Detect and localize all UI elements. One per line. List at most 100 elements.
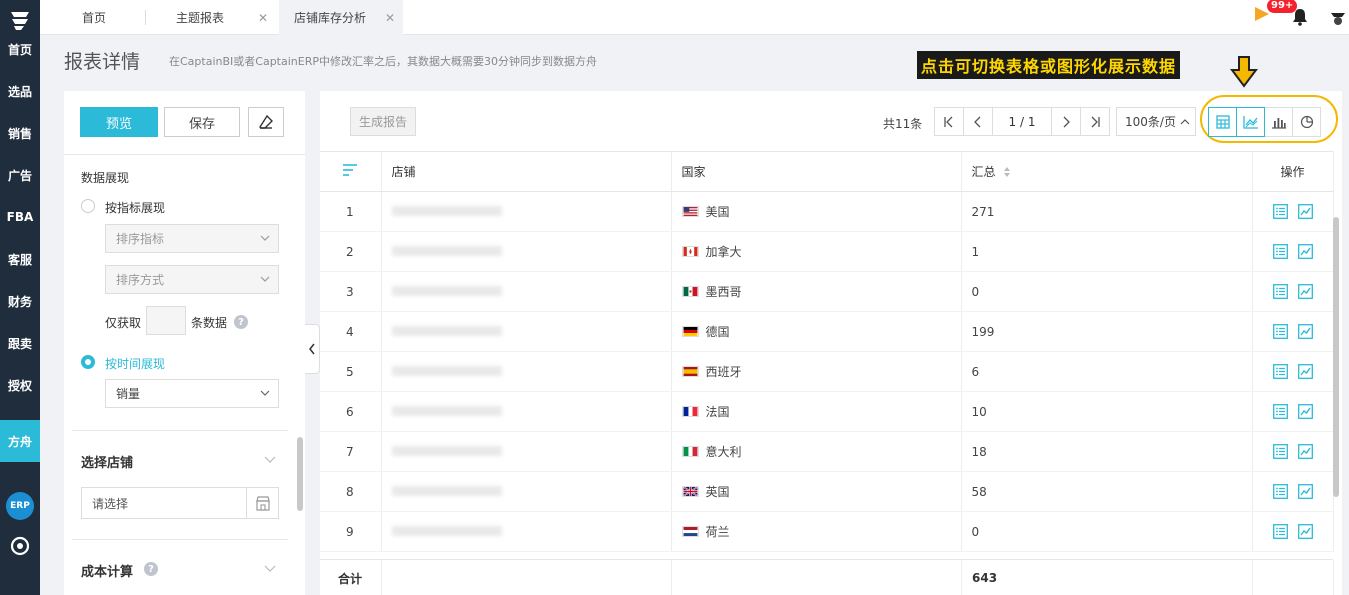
chevron-down-icon[interactable] xyxy=(264,565,276,573)
help-entry[interactable] xyxy=(0,526,40,566)
tab-home[interactable]: 首页 xyxy=(82,0,106,35)
chevron-down-icon xyxy=(260,235,270,241)
record-count-input[interactable] xyxy=(146,306,186,335)
nav-item[interactable]: 财务 xyxy=(0,280,40,322)
table-row[interactable]: 6 法国 10 xyxy=(320,391,1334,432)
sum-cell: 0 xyxy=(961,271,1253,312)
nav-item[interactable]: 授权 xyxy=(0,364,40,406)
page-input[interactable]: 1 / 1 xyxy=(992,107,1052,136)
fr-flag-icon xyxy=(681,406,699,417)
user-avatar-icon[interactable] xyxy=(1328,8,1348,28)
nav-item[interactable]: 跟卖 xyxy=(0,322,40,364)
table-row[interactable]: 4 德国 199 xyxy=(320,311,1334,352)
bar-chart-view-button[interactable] xyxy=(1264,107,1293,137)
trend-chart-icon[interactable] xyxy=(1297,484,1313,499)
redacted-text xyxy=(391,365,502,376)
close-icon[interactable]: ✕ xyxy=(258,11,268,25)
table-row[interactable]: 9 荷兰 0 xyxy=(320,511,1334,552)
store-select-input[interactable]: 请选择 xyxy=(81,487,279,519)
detail-list-icon[interactable] xyxy=(1272,364,1288,379)
sort-method-select[interactable]: 排序方式 xyxy=(105,265,279,294)
next-page-button[interactable] xyxy=(1051,107,1081,136)
sum-cell: 6 xyxy=(961,351,1253,392)
detail-list-icon[interactable] xyxy=(1272,324,1288,339)
panel-scrollbar[interactable] xyxy=(297,437,303,511)
table-row[interactable]: 1 美国 271 xyxy=(320,191,1334,232)
trend-chart-icon[interactable] xyxy=(1297,444,1313,459)
nav-item[interactable]: 首页 xyxy=(0,28,40,70)
nav-item[interactable]: FBA xyxy=(0,196,40,238)
by-metric-radio[interactable] xyxy=(81,199,95,213)
table-view-button[interactable] xyxy=(1208,107,1237,137)
help-icon[interactable]: ? xyxy=(144,562,158,576)
nav-item[interactable]: 方舟 xyxy=(0,420,40,462)
view-switch xyxy=(1208,107,1321,137)
pie-chart-view-button[interactable] xyxy=(1292,107,1321,137)
nav-item[interactable]: 广告 xyxy=(0,154,40,196)
mx-flag-icon xyxy=(681,286,699,297)
detail-list-icon[interactable] xyxy=(1272,484,1288,499)
nav-item[interactable]: 客服 xyxy=(0,238,40,280)
store-picker-button[interactable] xyxy=(246,488,278,518)
erp-entry[interactable]: ERP xyxy=(0,486,40,526)
bell-icon[interactable] xyxy=(1291,8,1309,26)
line-chart-view-button[interactable] xyxy=(1236,107,1265,137)
detail-list-icon[interactable] xyxy=(1272,284,1288,299)
clear-button[interactable] xyxy=(248,107,284,137)
chevron-down-icon[interactable] xyxy=(264,456,276,464)
column-settings-icon[interactable] xyxy=(342,163,358,177)
time-metric-select[interactable]: 销量 xyxy=(105,379,279,408)
trend-chart-icon[interactable] xyxy=(1297,404,1313,419)
help-icon[interactable]: ? xyxy=(234,315,248,329)
table-scrollbar[interactable] xyxy=(1333,217,1339,497)
sum-cell: 1 xyxy=(961,231,1253,272)
table-row[interactable]: 7 意大利 18 xyxy=(320,431,1334,472)
save-button[interactable]: 保存 xyxy=(164,107,240,137)
header-sum[interactable]: 汇总 xyxy=(961,151,1253,192)
preview-button[interactable]: 预览 xyxy=(80,107,158,137)
cost-calc-title[interactable]: 成本计算 xyxy=(81,561,133,580)
table-row[interactable]: 2 加拿大 1 xyxy=(320,231,1334,272)
trend-chart-icon[interactable] xyxy=(1297,524,1313,539)
sort-metric-select[interactable]: 排序指标 xyxy=(105,224,279,253)
collapse-panel-button[interactable] xyxy=(305,324,320,374)
tab-store-inventory-analysis[interactable]: 店铺库存分析 ✕ xyxy=(279,0,403,35)
tab-bar: 首页 主题报表 ✕ 店铺库存分析 ✕ 99+ xyxy=(40,0,1349,35)
detail-list-icon[interactable] xyxy=(1272,444,1288,459)
tab-topic-reports[interactable]: 主题报表 ✕ xyxy=(176,0,276,35)
table-row[interactable]: 8 英国 58 xyxy=(320,471,1334,512)
trend-chart-icon[interactable] xyxy=(1297,244,1313,259)
redacted-text xyxy=(391,405,502,416)
sort-metric-placeholder: 排序指标 xyxy=(116,232,165,246)
select-store-title[interactable]: 选择店铺 xyxy=(81,452,133,471)
prev-page-button[interactable] xyxy=(963,107,993,136)
page-size-select[interactable]: 100条/页 xyxy=(1116,107,1196,136)
actions-cell xyxy=(1252,311,1334,352)
trend-chart-icon[interactable] xyxy=(1297,284,1313,299)
trend-chart-icon[interactable] xyxy=(1297,364,1313,379)
nav-item[interactable]: 销售 xyxy=(0,112,40,154)
divider xyxy=(1333,560,1334,595)
close-icon[interactable]: ✕ xyxy=(385,11,395,25)
detail-list-icon[interactable] xyxy=(1272,524,1288,539)
actions-cell xyxy=(1252,511,1334,552)
data-display-label: 数据展现 xyxy=(81,171,130,185)
sort-icon[interactable] xyxy=(1003,166,1011,178)
redacted-text xyxy=(391,485,502,496)
detail-list-icon[interactable] xyxy=(1272,244,1288,259)
nav-item[interactable]: 选品 xyxy=(0,70,40,112)
country-cell: 英国 xyxy=(671,471,962,512)
country-name: 西班牙 xyxy=(705,365,742,379)
last-page-button[interactable] xyxy=(1080,107,1110,136)
first-page-button[interactable] xyxy=(934,107,964,136)
table-row[interactable]: 3 墨西哥 0 xyxy=(320,271,1334,312)
detail-list-icon[interactable] xyxy=(1272,204,1288,219)
generate-report-button[interactable]: 生成报告 xyxy=(350,107,416,136)
trend-chart-icon[interactable] xyxy=(1297,324,1313,339)
detail-list-icon[interactable] xyxy=(1272,404,1288,419)
by-time-radio[interactable] xyxy=(81,355,95,369)
table-row[interactable]: 5 西班牙 6 xyxy=(320,351,1334,392)
page-subtitle: 在CaptainBI或者CaptainERP中修改汇率之后，其数据大概需要30分… xyxy=(169,55,597,68)
trend-chart-icon[interactable] xyxy=(1297,204,1313,219)
column-settings-cell[interactable] xyxy=(320,151,382,192)
